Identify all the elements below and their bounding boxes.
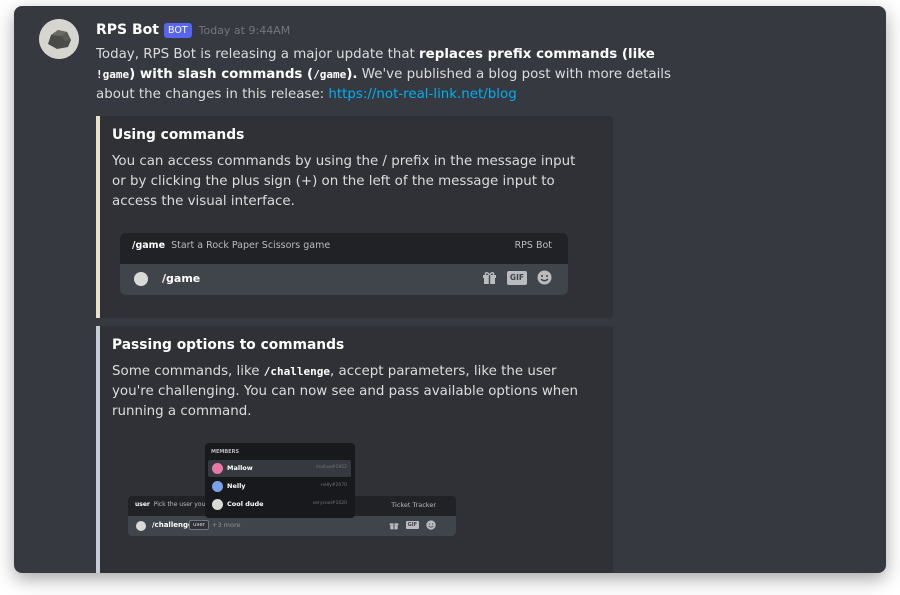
command-preview-image: /game Start a Rock Paper Scissors game R… [120,233,568,295]
member-name: Cool dude [227,500,264,508]
member-avatar [212,499,223,510]
gif-icon: GIF [405,521,419,529]
members-header: MEMBERS [211,449,240,455]
emoji-icon [537,270,552,285]
option-chip: user [189,520,209,530]
input-icons: GIF [482,270,552,285]
command-desc: Start a Rock Paper Scissors game [171,240,331,251]
option-name: user [135,501,150,508]
member-name: Mallow [227,464,253,472]
message: RPS Bot BOT Today at 9:44AM Today, RPS B… [96,20,856,105]
blog-link[interactable]: https://not-real-link.net/blog [328,87,516,102]
bold-text: ). [346,67,358,82]
timestamp: Today at 9:44AM [198,23,291,37]
inline-code: /challenge [263,365,331,378]
member-item: Cool dude verycool#1020 [208,496,351,513]
gift-icon [482,272,496,284]
member-tag: verycool#1020 [312,501,347,506]
embed-using-commands: Using commands You can access commands b… [96,116,613,318]
rock-avatar-icon [136,521,146,531]
bot-avatar[interactable] [39,19,79,59]
inline-code: !game [96,68,130,81]
member-item: Nelly nelly#2070 [208,478,351,495]
input-icons: GIF [389,520,436,530]
input-text: /game [162,272,201,285]
embed-title: Using commands [112,127,245,143]
rock-avatar-icon [134,272,148,286]
member-item: Mallow mallow#1952 [208,460,351,477]
embed-description: You can access commands by using the / p… [112,154,576,209]
more-options: +3 more [212,521,241,529]
message-input-preview: /game GIF [120,264,568,295]
embed-passing-options: Passing options to commands Some command… [96,326,613,573]
input-command: /challenge [152,521,193,529]
embed-description: Some commands, like /challenge, accept p… [112,362,592,422]
members-popup: MEMBERS Mallow mallow#1952 Nelly nelly#2… [205,443,355,518]
member-name: Nelly [227,482,246,490]
gift-icon [389,523,398,530]
message-header: RPS Bot BOT Today at 9:44AM [96,20,856,40]
bot-badge: BOT [163,22,192,38]
command-suggestion: /game Start a Rock Paper Scissors game [132,240,330,251]
rock-avatar-icon [39,19,79,59]
member-tag: mallow#1952 [315,465,347,470]
message-input-preview: /challenge user +3 more GIF [128,516,456,536]
emoji-icon [426,520,436,530]
command-bot-name: RPS Bot [514,240,552,251]
message-text: Today, RPS Bot is releasing a major upda… [96,45,696,105]
embed-title: Passing options to commands [112,337,345,353]
chat-window: RPS Bot BOT Today at 9:44AM Today, RPS B… [14,6,886,573]
desc-text: Some commands, like [112,364,264,379]
inline-code: /game [313,68,347,81]
option-right-label: Ticket Tracker [391,501,436,509]
bold-text: replaces prefix commands (like [419,47,655,62]
message-text-part: Today, RPS Bot is releasing a major upda… [96,47,420,62]
member-avatar [212,481,223,492]
gif-icon: GIF [506,270,527,285]
bold-text: ) with slash commands ( [129,67,314,82]
command-name: /game [132,240,166,251]
username[interactable]: RPS Bot [96,22,159,38]
member-avatar [212,463,223,474]
member-tag: nelly#2070 [320,483,347,488]
